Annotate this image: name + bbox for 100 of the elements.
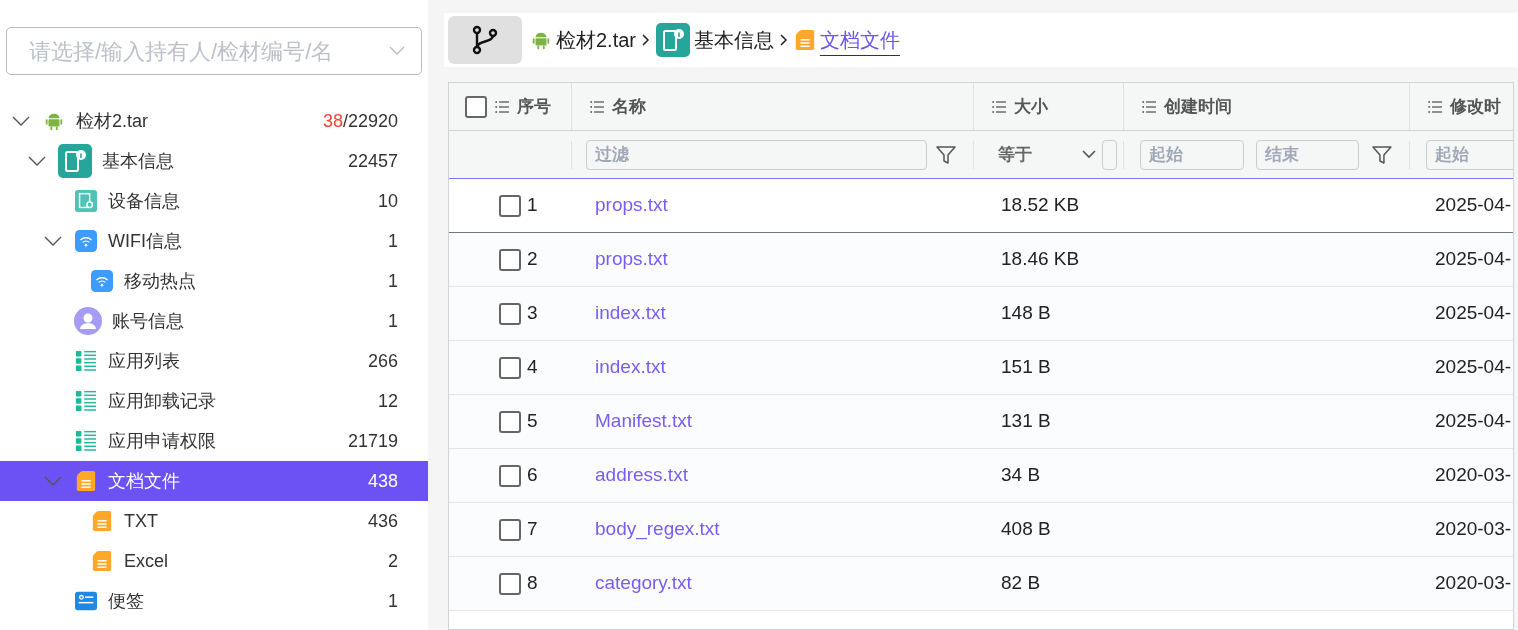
placeholder-text: 起始 bbox=[1435, 143, 1469, 166]
placeholder-text: 结束 bbox=[1264, 143, 1299, 166]
checkbox[interactable] bbox=[499, 194, 521, 217]
tree-item[interactable]: 检材2.tar 38/22920 bbox=[0, 101, 428, 141]
placeholder-text: 起始 bbox=[1149, 143, 1183, 166]
document-icon bbox=[75, 470, 97, 492]
item-count: 21719 bbox=[347, 429, 398, 453]
placeholder-text: 过滤 bbox=[595, 143, 629, 166]
file-link[interactable]: category.txt bbox=[595, 572, 692, 594]
tree-item[interactable]: 移动热点 1 bbox=[0, 261, 428, 301]
tree-item-label: WIFI信息 bbox=[108, 229, 182, 253]
checkbox[interactable] bbox=[465, 95, 487, 118]
table-cell-text: 5 bbox=[527, 409, 538, 434]
document-icon bbox=[794, 29, 817, 51]
table-row[interactable]: 8 category.txt 82 B 2020-03- bbox=[449, 557, 1513, 611]
phone-info-icon bbox=[58, 144, 92, 178]
item-count: 1 bbox=[388, 309, 398, 333]
checkbox[interactable] bbox=[499, 248, 521, 271]
table-cell: 34 B bbox=[1001, 464, 1041, 486]
chevron-down-icon bbox=[389, 46, 405, 56]
breadcrumb-link[interactable]: 文档文件 bbox=[820, 24, 901, 56]
tree-item-label: 便签 bbox=[108, 589, 144, 613]
document-icon bbox=[91, 550, 113, 572]
tree-item[interactable]: 应用列表 266 bbox=[0, 341, 428, 381]
file-link[interactable]: index.txt bbox=[595, 356, 666, 378]
table-cell: 148 B bbox=[1001, 302, 1051, 324]
table-row[interactable]: 2 props.txt 18.46 KB 2025-04- bbox=[449, 233, 1513, 287]
table-row[interactable]: 4 index.txt 151 B 2025-04- bbox=[449, 341, 1513, 395]
list-icon bbox=[1428, 100, 1442, 113]
item-count: 436 bbox=[367, 509, 398, 533]
tree-item[interactable]: 基本信息 22457 bbox=[0, 141, 428, 181]
checkbox[interactable] bbox=[499, 464, 521, 487]
phone-info-icon bbox=[656, 23, 691, 57]
checkbox[interactable] bbox=[499, 356, 521, 379]
chevron-icon[interactable] bbox=[44, 236, 62, 246]
checkbox[interactable] bbox=[499, 518, 521, 541]
item-count: 438 bbox=[367, 469, 398, 493]
document-icon bbox=[91, 510, 113, 532]
size-input[interactable] bbox=[1102, 139, 1117, 170]
checkbox[interactable] bbox=[499, 302, 521, 325]
tree-item[interactable]: 应用申请权限 21719 bbox=[0, 421, 428, 461]
tree-item-label: 应用卸载记录 bbox=[108, 389, 216, 413]
column-header[interactable]: 名称 bbox=[612, 93, 646, 120]
tree-item[interactable]: 设备信息 10 bbox=[0, 181, 428, 221]
table-row[interactable]: 5 Manifest.txt 131 B 2025-04- bbox=[449, 395, 1513, 449]
tree-item-label: 基本信息 bbox=[102, 149, 174, 173]
table-row[interactable]: 7 body_regex.txt 408 B 2020-03- bbox=[449, 503, 1513, 557]
table-cell: 2025-04- bbox=[1435, 248, 1512, 270]
tree-item[interactable]: 应用卸载记录 12 bbox=[0, 381, 428, 421]
tree-item-label: 账号信息 bbox=[112, 309, 184, 333]
tree-item[interactable]: WIFI信息 1 bbox=[0, 221, 428, 261]
tree-item-label: 应用列表 bbox=[108, 349, 180, 373]
tree-item[interactable]: 账号信息 1 bbox=[0, 301, 428, 341]
column-header[interactable]: 序号 bbox=[517, 93, 551, 120]
column-header[interactable]: 修改时 bbox=[1450, 93, 1501, 120]
tree-item[interactable]: 文档文件 438 bbox=[0, 461, 428, 501]
table-cell: 2025-04- bbox=[1435, 302, 1512, 324]
item-count: 1 bbox=[388, 589, 398, 613]
list-icon bbox=[75, 350, 97, 372]
breadcrumb-link[interactable]: 基本信息 bbox=[694, 25, 775, 55]
wifi-icon bbox=[91, 270, 113, 292]
chevron-icon[interactable] bbox=[28, 156, 46, 166]
chevron-icon[interactable] bbox=[12, 116, 30, 126]
tree-item[interactable]: TXT 436 bbox=[0, 501, 428, 541]
list-icon bbox=[75, 430, 97, 452]
table-cell-text: 7 bbox=[527, 517, 538, 542]
item-count: 266 bbox=[367, 349, 398, 373]
list-icon bbox=[495, 100, 509, 113]
item-count: 10 bbox=[377, 189, 398, 213]
file-link[interactable]: address.txt bbox=[595, 464, 688, 486]
item-count: 22457 bbox=[347, 149, 398, 173]
filter-icon[interactable] bbox=[935, 143, 957, 166]
breadcrumb-link[interactable]: 检材2.tar bbox=[556, 25, 637, 55]
checkbox[interactable] bbox=[499, 572, 521, 595]
file-link[interactable]: index.txt bbox=[595, 302, 666, 324]
file-link[interactable]: props.txt bbox=[595, 194, 668, 216]
user-avatar-icon bbox=[74, 307, 102, 335]
tree-item[interactable]: Excel 2 bbox=[0, 541, 428, 581]
table-cell-text: 3 bbox=[527, 301, 538, 326]
table-cell: 2025-04- bbox=[1435, 356, 1512, 378]
branch-icon bbox=[472, 25, 498, 55]
tree-item-label: 文档文件 bbox=[108, 469, 180, 493]
item-count: 1 bbox=[388, 269, 398, 293]
checkbox[interactable] bbox=[499, 410, 521, 433]
file-link[interactable]: props.txt bbox=[595, 248, 668, 270]
table-row[interactable]: 6 address.txt 34 B 2020-03- bbox=[449, 449, 1513, 503]
file-link[interactable]: Manifest.txt bbox=[595, 410, 693, 432]
tree-item-label: 检材2.tar bbox=[76, 109, 149, 133]
filter-icon[interactable] bbox=[1371, 143, 1393, 166]
tree-item-label: 应用申请权限 bbox=[108, 429, 216, 453]
list-icon bbox=[992, 100, 1006, 113]
chevron-down-icon bbox=[1082, 150, 1096, 159]
item-count: 12 bbox=[377, 389, 398, 413]
column-header[interactable]: 大小 bbox=[1014, 93, 1048, 120]
table-row[interactable]: 3 index.txt 148 B 2025-04- bbox=[449, 287, 1513, 341]
column-header[interactable]: 创建时间 bbox=[1164, 93, 1232, 120]
file-link[interactable]: body_regex.txt bbox=[595, 518, 720, 540]
tree-item[interactable]: 便签 1 bbox=[0, 581, 428, 621]
operator-select[interactable]: 等于 bbox=[998, 141, 1096, 168]
branch-button[interactable] bbox=[448, 16, 522, 64]
